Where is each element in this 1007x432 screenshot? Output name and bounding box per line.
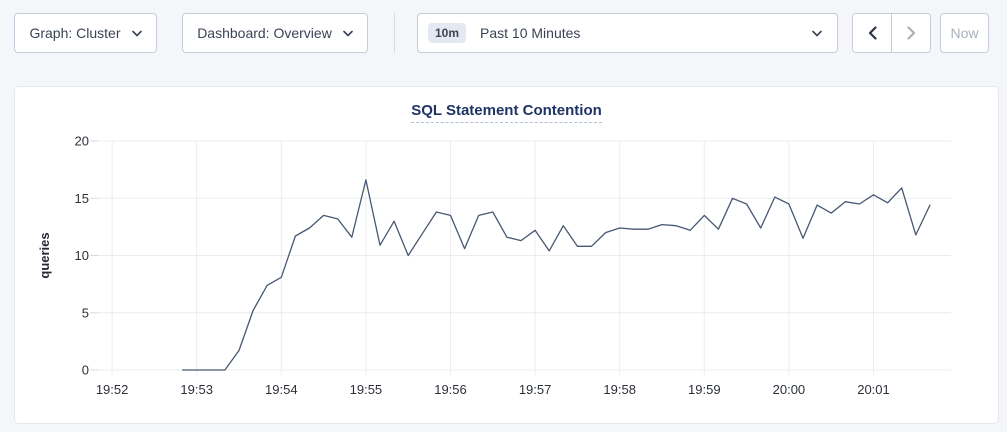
chevron-down-icon xyxy=(812,30,822,37)
toolbar: Graph: Cluster Dashboard: Overview 10m P… xyxy=(14,13,989,53)
dashboard-dropdown[interactable]: Dashboard: Overview xyxy=(182,13,368,53)
svg-text:15: 15 xyxy=(75,191,89,206)
db-console-metrics-page: { "toolbar": { "graph_dropdown": { "labe… xyxy=(0,0,1007,432)
svg-text:10: 10 xyxy=(75,248,89,263)
now-button[interactable]: Now xyxy=(940,13,989,53)
svg-text:19:56: 19:56 xyxy=(434,382,467,397)
svg-text:20:00: 20:00 xyxy=(773,382,806,397)
svg-text:20: 20 xyxy=(75,134,89,149)
chevron-down-icon xyxy=(132,30,142,37)
svg-text:19:59: 19:59 xyxy=(688,382,721,397)
now-button-label: Now xyxy=(950,25,978,41)
svg-text:5: 5 xyxy=(82,305,89,320)
svg-text:19:52: 19:52 xyxy=(96,382,129,397)
chevron-left-icon xyxy=(868,26,877,40)
svg-text:19:55: 19:55 xyxy=(350,382,383,397)
prev-range-button[interactable] xyxy=(853,14,892,52)
time-range-label: Past 10 Minutes xyxy=(480,25,580,41)
series-line xyxy=(183,180,930,370)
svg-text:20:01: 20:01 xyxy=(857,382,890,397)
toolbar-divider xyxy=(394,13,395,53)
y-axis-label: queries xyxy=(37,232,52,278)
svg-text:19:54: 19:54 xyxy=(265,382,298,397)
svg-text:19:53: 19:53 xyxy=(180,382,213,397)
svg-text:19:58: 19:58 xyxy=(603,382,636,397)
chevron-right-icon xyxy=(907,26,916,40)
chart-grid xyxy=(90,141,951,375)
chevron-down-icon xyxy=(343,30,353,37)
chart-title[interactable]: SQL Statement Contention xyxy=(411,102,602,123)
graph-dropdown[interactable]: Graph: Cluster xyxy=(14,13,157,53)
next-range-button[interactable] xyxy=(892,14,930,52)
chart-title-row: SQL Statement Contention xyxy=(15,102,998,123)
svg-text:19:57: 19:57 xyxy=(519,382,552,397)
dashboard-dropdown-label: Dashboard: Overview xyxy=(197,25,332,41)
sql-statement-contention-chart: 0 5 10 15 20 19:52 19:53 19:54 19:55 19:56 19:57 19… xyxy=(15,87,1000,425)
time-range-step-group xyxy=(852,13,931,53)
time-range-picker[interactable]: 10m Past 10 Minutes xyxy=(417,13,838,53)
time-range-badge: 10m xyxy=(428,23,466,43)
chart-axis-labels: 0 5 10 15 20 19:52 19:53 19:54 19:55 19:56 19:57 19… xyxy=(37,134,890,398)
svg-text:0: 0 xyxy=(82,363,89,378)
graph-dropdown-label: Graph: Cluster xyxy=(29,25,120,41)
chart-panel: 0 5 10 15 20 19:52 19:53 19:54 19:55 19:56 19:57 19… xyxy=(14,86,999,424)
